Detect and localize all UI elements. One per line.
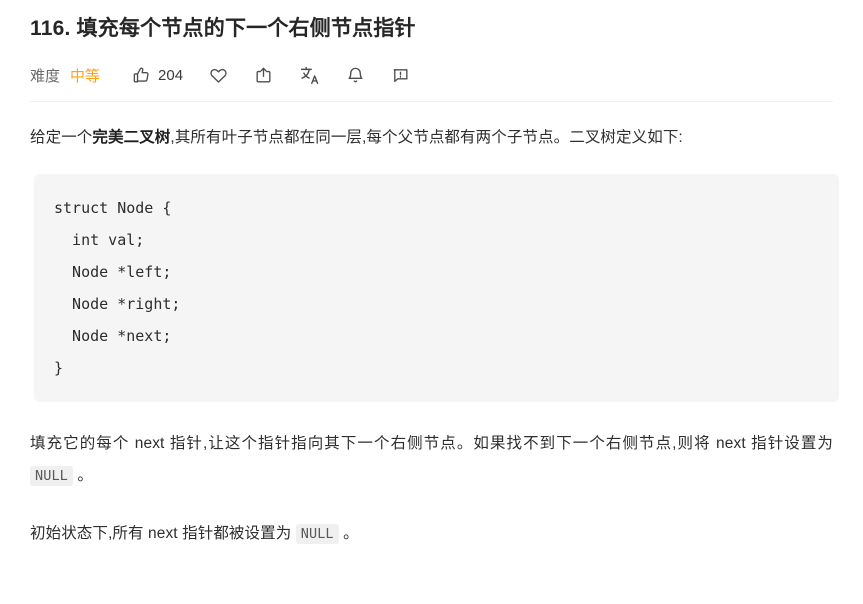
inline-code-null-2: NULL (295, 524, 339, 544)
code-block-node-struct: struct Node { int val; Node *left; Node … (34, 174, 839, 402)
like-count: 204 (158, 66, 184, 84)
page-title: 116. 填充每个节点的下一个右侧节点指针 (30, 17, 416, 40)
paragraph-initial-state: 初始状态下,所有 next 指针都被设置为 NULL 。 (30, 518, 833, 550)
feedback-button[interactable] (391, 66, 410, 85)
paragraph-next-pointer: 填充它的每个 next 指针,让这个指针指向其下一个右侧节点。如果找不到下一个右… (30, 428, 833, 492)
notification-button[interactable] (346, 66, 365, 85)
heart-icon (209, 66, 228, 85)
problem-description-page: 116. 填充每个节点的下一个右侧节点指针 难度 中等 204 给定一个完美二叉… (0, 0, 863, 604)
paragraph-text-1: 给定一个 (30, 129, 93, 146)
problem-content: 给定一个完美二叉树,其所有叶子节点都在同一层,每个父节点都有两个子节点。二叉树定… (30, 102, 839, 550)
share-button[interactable] (254, 66, 273, 85)
difficulty-badge: 中等 (70, 67, 101, 85)
thumbs-up-icon (132, 66, 151, 85)
problem-meta-toolbar: 难度 中等 204 (30, 57, 833, 93)
bell-icon (346, 66, 365, 85)
paragraph-text-3: 填充它的每个 next 指针,让这个指针指向其下一个右侧节点。如果找不到下一个右… (30, 435, 833, 452)
paragraph-text-4: 。 (72, 467, 93, 484)
paragraph-text-6: 。 (338, 525, 359, 542)
translate-button[interactable] (299, 65, 320, 86)
share-icon (254, 66, 273, 85)
favorite-button[interactable] (209, 66, 228, 85)
difficulty-label: 难度 (30, 67, 61, 85)
paragraph-text-2: ,其所有叶子节点都在同一层,每个父节点都有两个子节点。二叉树定义如下: (170, 129, 683, 146)
paragraph-definition: 给定一个完美二叉树,其所有叶子节点都在同一层,每个父节点都有两个子节点。二叉树定… (30, 122, 833, 154)
feedback-icon (391, 66, 410, 85)
translate-icon (299, 65, 320, 86)
inline-code-null-1: NULL (30, 466, 73, 486)
like-button[interactable]: 204 (132, 66, 183, 85)
emphasis-perfect-binary-tree: 完美二叉树 (92, 129, 171, 146)
paragraph-text-5: 初始状态下,所有 next 指针都被设置为 (30, 525, 296, 542)
